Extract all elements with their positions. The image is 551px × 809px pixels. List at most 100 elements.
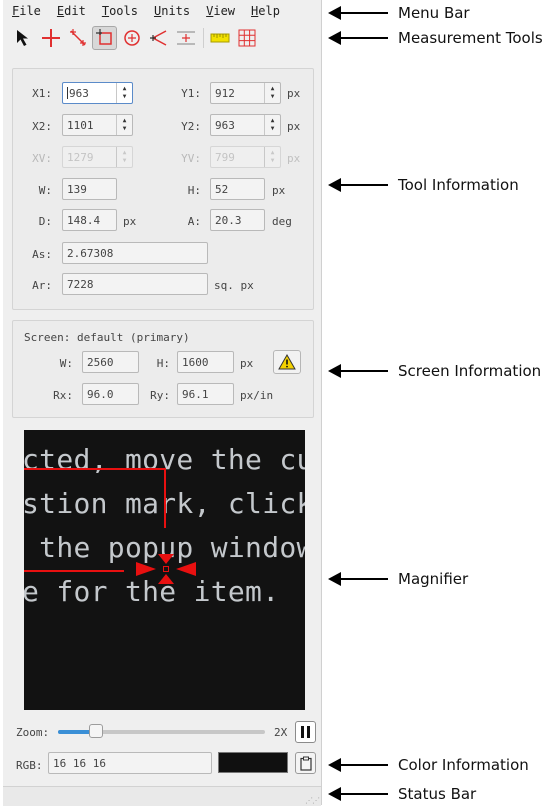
x2-value: 1101 [67, 119, 94, 132]
menu-file-label: ile [19, 4, 41, 18]
app-window: File Edit Tools Units View Help X1: 963 … [3, 0, 322, 806]
spin-up-icon[interactable]: ▲ [123, 85, 127, 93]
crosshair-cursor-icon [136, 554, 196, 584]
yv-spinbox: 799 ▲ ▼ [210, 146, 281, 168]
screen-height-field[interactable]: 1600 [177, 351, 234, 373]
rx-label: Rx: [53, 389, 73, 402]
magnifier-overlay [24, 468, 196, 584]
menu-bar: File Edit Tools Units View Help [3, 3, 288, 21]
rectangle-icon [95, 29, 112, 45]
rgb-value: 16 16 16 [53, 757, 106, 770]
callout-magnifier: Magnifier [328, 570, 468, 588]
screen-w-label: W: [59, 357, 73, 370]
area-field[interactable]: 7228 [62, 273, 208, 295]
menu-edit[interactable]: Edit [49, 3, 94, 21]
menu-file[interactable]: File [3, 3, 49, 21]
rx-field[interactable]: 96.0 [82, 383, 139, 405]
screen-height-value: 1600 [182, 356, 209, 369]
x2-label: X2: [32, 120, 52, 133]
callout-color-information: Color Information [328, 756, 529, 774]
zoom-slider[interactable] [58, 724, 265, 738]
width-field[interactable]: 139 [62, 178, 117, 200]
measurement-toolbar [11, 25, 261, 51]
spin-down-icon[interactable]: ▼ [123, 93, 127, 101]
ruler-tool-button[interactable] [207, 26, 232, 50]
angle-tool-button[interactable] [146, 26, 171, 50]
y2-spinbox[interactable]: 963 ▲ ▼ [210, 114, 281, 136]
rgb-field[interactable]: 16 16 16 [48, 752, 212, 774]
a-label: A: [187, 215, 201, 228]
magnifier-view[interactable]: cted, move the cu stion mark, click the … [24, 430, 305, 710]
distance-field[interactable]: 148.4 [62, 209, 117, 231]
menu-view-label: iew [213, 4, 236, 18]
zoom-value: 2X [274, 726, 288, 739]
a-unit: deg [272, 215, 292, 228]
screen-h-label: H: [156, 357, 170, 370]
point-icon [41, 29, 60, 47]
spin-down-icon[interactable]: ▼ [271, 93, 275, 101]
distance-value: 148.4 [67, 214, 101, 227]
y1-value: 912 [215, 87, 235, 100]
spin-up-icon[interactable]: ▲ [271, 117, 275, 125]
height-field[interactable]: 52 [210, 178, 265, 200]
y2-spin-buttons[interactable]: ▲ ▼ [264, 115, 280, 135]
angle-field[interactable]: 20.3 [210, 209, 265, 231]
w-label: W: [38, 184, 52, 197]
callout-status-bar-text: Status Bar [398, 785, 477, 803]
menu-tools[interactable]: Tools [94, 3, 146, 21]
menu-help[interactable]: Help [243, 3, 288, 21]
grid-tool-button[interactable] [173, 26, 198, 50]
x1-spinbox[interactable]: 963 ▲ ▼ [62, 82, 133, 104]
screen-warning-button[interactable] [273, 350, 301, 374]
line-tool-button[interactable] [65, 26, 90, 50]
pointer-tool-button[interactable] [11, 26, 36, 50]
spin-down-icon: ▼ [122, 157, 127, 164]
y1-label: Y1: [181, 87, 201, 100]
y2-value: 963 [215, 119, 235, 132]
menu-view[interactable]: View [198, 3, 243, 21]
menu-edit-label: dit [64, 4, 86, 18]
zoom-slider-handle[interactable] [89, 724, 103, 738]
y1-spinbox[interactable]: 912 ▲ ▼ [210, 82, 281, 104]
screen-width-field[interactable]: 2560 [82, 351, 139, 373]
resize-grip-icon[interactable]: ⋰⋰ [305, 797, 320, 805]
grid-overlay-tool-button[interactable] [234, 26, 259, 50]
menu-help-label: elp [258, 4, 280, 18]
y1-spin-buttons[interactable]: ▲ ▼ [264, 83, 280, 103]
point-tool-button[interactable] [38, 26, 63, 50]
color-swatch [218, 752, 288, 773]
callout-tool-information-text: Tool Information [398, 176, 519, 194]
h-unit: px [272, 184, 286, 197]
screen-title: Screen: default (primary) [24, 331, 190, 344]
warning-icon [278, 354, 296, 370]
arrow-icon [328, 31, 388, 45]
area-value: 7228 [67, 278, 94, 291]
ry-value: 96.1 [182, 388, 209, 401]
circle-tool-button[interactable] [119, 26, 144, 50]
callout-measurement-tools-text: Measurement Tools [398, 29, 543, 47]
aspect-field[interactable]: 2.67308 [62, 242, 208, 264]
toolbar-separator [203, 28, 204, 48]
d-unit: px [123, 215, 137, 228]
spin-up-icon[interactable]: ▲ [123, 117, 127, 125]
arrow-icon [328, 364, 388, 378]
rgb-label: RGB: [16, 759, 43, 772]
ry-field[interactable]: 96.1 [177, 383, 234, 405]
rectangle-tool-button[interactable] [92, 26, 117, 50]
menu-tools-accel: T [101, 4, 110, 18]
x2-spin-buttons[interactable]: ▲ ▼ [116, 115, 132, 135]
y1-unit: px [287, 87, 301, 100]
x1-spin-buttons[interactable]: ▲ ▼ [116, 83, 132, 103]
callout-screen-information: Screen Information [328, 362, 541, 380]
xv-spin-buttons: ▲ ▼ [116, 147, 132, 167]
angle-icon [149, 30, 166, 46]
copy-color-button[interactable] [295, 752, 316, 774]
spin-down-icon[interactable]: ▼ [123, 125, 127, 133]
menu-units[interactable]: Units [146, 3, 198, 21]
spin-up-icon[interactable]: ▲ [271, 85, 275, 93]
spin-down-icon[interactable]: ▼ [271, 125, 275, 133]
menu-units-label: nits [161, 4, 191, 18]
x2-spinbox[interactable]: 1101 ▲ ▼ [62, 114, 133, 136]
pause-button[interactable] [295, 721, 316, 743]
x1-label: X1: [32, 87, 52, 100]
